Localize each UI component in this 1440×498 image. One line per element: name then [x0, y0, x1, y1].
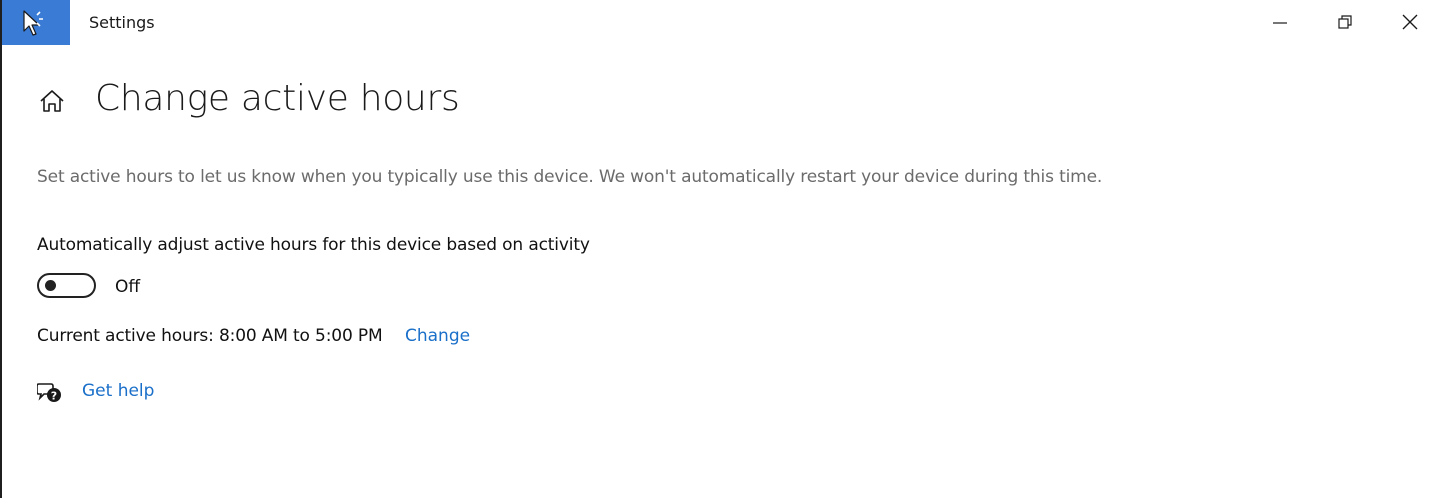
title-bar[interactable]: Settings	[2, 0, 1440, 46]
settings-window: Settings Change active hours Set active …	[0, 0, 1440, 498]
get-help-icon[interactable]: ?	[36, 381, 63, 409]
close-button[interactable]	[1378, 0, 1440, 45]
change-active-hours-link[interactable]: Change	[405, 326, 470, 346]
page-title: Change active hours	[95, 78, 460, 119]
app-icon-tile	[2, 0, 70, 45]
close-icon	[1402, 14, 1418, 30]
restore-button[interactable]	[1313, 0, 1377, 45]
toggle-knob	[45, 280, 56, 291]
page-description: Set active hours to let us know when you…	[37, 167, 1103, 187]
current-active-hours-text: Current active hours: 8:00 AM to 5:00 PM	[37, 326, 383, 346]
get-help-link[interactable]: Get help	[82, 381, 154, 401]
restore-icon	[1338, 15, 1352, 29]
auto-adjust-toggle[interactable]	[37, 273, 96, 298]
toggle-state-text: Off	[115, 277, 141, 297]
svg-text:?: ?	[51, 390, 57, 403]
cursor-icon	[23, 10, 43, 36]
home-icon[interactable]	[38, 87, 66, 119]
minimize-icon	[1273, 22, 1287, 24]
minimize-button[interactable]	[1248, 0, 1312, 45]
window-title: Settings	[89, 13, 155, 32]
auto-adjust-label: Automatically adjust active hours for th…	[37, 235, 590, 255]
